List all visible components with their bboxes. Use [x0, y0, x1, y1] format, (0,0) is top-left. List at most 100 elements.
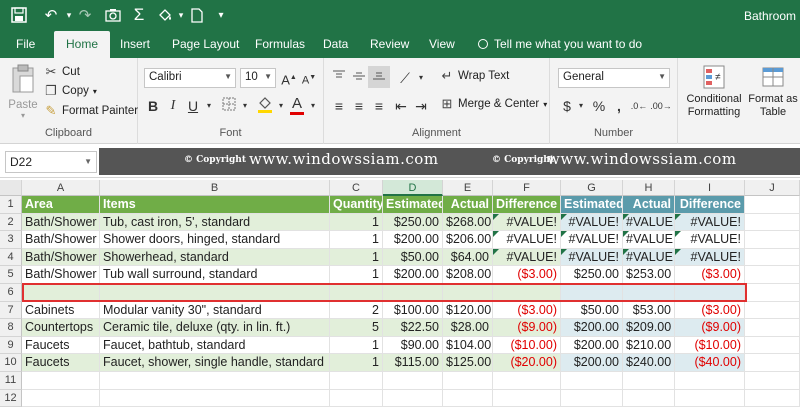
cell-c12[interactable] — [330, 389, 383, 408]
column-header-c[interactable]: C — [330, 180, 383, 196]
cell-c7[interactable]: 2 — [330, 301, 383, 320]
orientation-dropdown-icon[interactable]: ▾ — [412, 68, 430, 88]
cell-j8[interactable] — [745, 319, 800, 337]
decrease-decimal-icon[interactable]: .00→ — [650, 96, 672, 116]
cell-j11[interactable] — [745, 372, 800, 390]
cell-f4[interactable]: #VALUE! — [493, 248, 561, 267]
cell-e10[interactable]: $125.00 — [443, 354, 493, 372]
italic-icon[interactable]: I — [164, 96, 182, 116]
row-header-2[interactable]: 2 — [0, 213, 22, 232]
increase-decimal-icon[interactable]: .0← — [628, 96, 650, 116]
row-header-12[interactable]: 12 — [0, 389, 22, 408]
cell-h2[interactable]: #VALUE! — [623, 213, 675, 232]
column-header-a[interactable]: A — [22, 180, 100, 196]
cell-h8[interactable]: $209.00 — [623, 319, 675, 337]
cell-i4[interactable]: #VALUE! — [675, 248, 745, 267]
cell-g3[interactable]: #VALUE! — [561, 231, 623, 249]
tab-review[interactable]: Review — [370, 31, 409, 58]
cell-e8[interactable]: $28.00 — [443, 319, 493, 337]
cell-h9[interactable]: $210.00 — [623, 336, 675, 355]
cell-b12[interactable] — [100, 389, 330, 408]
cell-i8[interactable]: ($9.00) — [675, 319, 745, 337]
format-painter-button[interactable]: ✎ Format Painter — [44, 103, 139, 119]
cell-i5[interactable]: ($3.00) — [675, 266, 745, 284]
column-header-d[interactable]: D — [383, 180, 443, 196]
cell-b8[interactable]: Ceramic tile, deluxe (qty. in lin. ft.) — [100, 319, 330, 337]
cell-i1[interactable]: Difference — [675, 196, 745, 214]
cell-f9[interactable]: ($10.00) — [493, 336, 561, 355]
cell-b6[interactable] — [100, 284, 330, 302]
cell-f1[interactable]: Difference — [493, 196, 561, 214]
cell-d12[interactable] — [383, 389, 443, 408]
cell-f2[interactable]: #VALUE! — [493, 213, 561, 232]
cell-a8[interactable]: Countertops — [22, 319, 100, 337]
column-header-g[interactable]: G — [561, 180, 623, 196]
cell-i3[interactable]: #VALUE! — [675, 231, 745, 249]
cell-d2[interactable]: $250.00 — [383, 213, 443, 232]
cell-g5[interactable]: $250.00 — [561, 266, 623, 284]
borders-dropdown-icon[interactable]: ▾ — [236, 96, 254, 116]
cell-b9[interactable]: Faucet, bathtub, standard — [100, 336, 330, 355]
cell-e7[interactable]: $120.00 — [443, 301, 493, 320]
cell-i2[interactable]: #VALUE! — [675, 213, 745, 232]
cell-j12[interactable] — [745, 389, 800, 408]
cell-e4[interactable]: $64.00 — [443, 248, 493, 267]
tab-view[interactable]: View — [429, 31, 455, 58]
cell-g2[interactable]: #VALUE! — [561, 213, 623, 232]
cell-h11[interactable] — [623, 372, 675, 390]
cell-b7[interactable]: Modular vanity 30", standard — [100, 301, 330, 320]
cell-f6[interactable] — [493, 284, 561, 302]
cell-j3[interactable] — [745, 231, 800, 249]
cell-e2[interactable]: $268.00 — [443, 213, 493, 232]
align-bottom-icon[interactable] — [368, 66, 390, 88]
cell-f8[interactable]: ($9.00) — [493, 319, 561, 337]
cell-b5[interactable]: Tub wall surround, standard — [100, 266, 330, 284]
cell-g7[interactable]: $50.00 — [561, 301, 623, 320]
cell-a5[interactable]: Bath/Shower — [22, 266, 100, 284]
decrease-indent-icon[interactable]: ⇤ — [392, 96, 410, 116]
cell-d10[interactable]: $115.00 — [383, 354, 443, 372]
column-header-j[interactable]: J — [745, 180, 800, 196]
name-box[interactable]: D22 ▼ — [5, 151, 97, 173]
column-header-h[interactable]: H — [623, 180, 675, 196]
cell-h10[interactable]: $240.00 — [623, 354, 675, 372]
grow-font-icon[interactable]: A▲ — [280, 68, 298, 88]
cell-c4[interactable]: 1 — [330, 248, 383, 267]
align-center-icon[interactable]: ≡ — [350, 96, 368, 116]
cell-i12[interactable] — [675, 389, 745, 408]
cell-d6[interactable] — [383, 284, 443, 302]
cell-a9[interactable]: Faucets — [22, 336, 100, 355]
paste-button[interactable]: Paste ▾ — [8, 64, 38, 120]
cell-f7[interactable]: ($3.00) — [493, 301, 561, 320]
number-format-select[interactable]: General ▼ — [558, 68, 670, 88]
cell-b4[interactable]: Showerhead, standard — [100, 248, 330, 267]
align-left-icon[interactable]: ≡ — [330, 96, 348, 116]
percent-icon[interactable]: % — [590, 96, 608, 116]
cell-f12[interactable] — [493, 389, 561, 408]
row-header-9[interactable]: 9 — [0, 336, 22, 355]
cell-c11[interactable] — [330, 372, 383, 390]
row-header-5[interactable]: 5 — [0, 266, 22, 284]
tab-formulas[interactable]: Formulas — [255, 31, 305, 58]
select-all-corner[interactable] — [0, 180, 22, 196]
cut-button[interactable]: ✂ Cut — [44, 64, 80, 80]
cell-c10[interactable]: 1 — [330, 354, 383, 372]
cell-d5[interactable]: $200.00 — [383, 266, 443, 284]
cell-e1[interactable]: Actual — [443, 196, 493, 214]
align-right-icon[interactable]: ≡ — [370, 96, 388, 116]
cell-j7[interactable] — [745, 301, 800, 320]
tab-data[interactable]: Data — [323, 31, 348, 58]
cell-d11[interactable] — [383, 372, 443, 390]
cell-d1[interactable]: Estimated — [383, 196, 443, 214]
save-icon[interactable] — [8, 4, 30, 26]
copy-button[interactable]: ❐ Copy ▾ — [44, 83, 97, 99]
increase-indent-icon[interactable]: ⇥ — [412, 96, 430, 116]
cell-b11[interactable] — [100, 372, 330, 390]
column-header-e[interactable]: E — [443, 180, 493, 196]
new-document-icon[interactable] — [186, 4, 208, 26]
cell-f5[interactable]: ($3.00) — [493, 266, 561, 284]
cell-e6[interactable] — [443, 284, 493, 302]
cell-i7[interactable]: ($3.00) — [675, 301, 745, 320]
tab-file[interactable]: File — [16, 31, 35, 58]
cell-g6[interactable] — [561, 284, 623, 302]
